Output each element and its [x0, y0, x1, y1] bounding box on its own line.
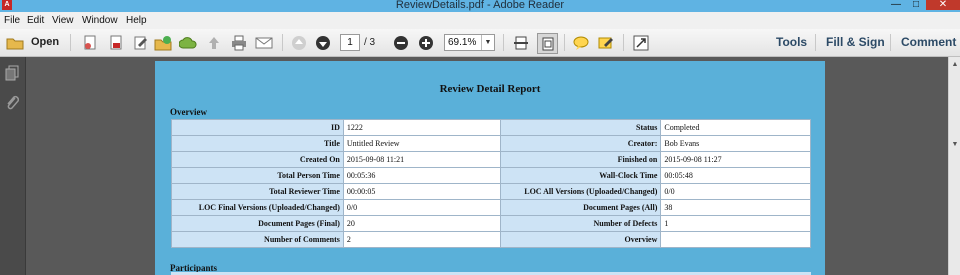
fit-page-icon[interactable]: [537, 33, 558, 54]
toolbar-divider: [282, 34, 283, 51]
zoom-value: 69.1%: [448, 37, 477, 48]
table-row: Total Reviewer Time 00:00:05 LOC All Versi…: [171, 183, 811, 200]
zoom-out-icon[interactable]: [392, 33, 410, 52]
previous-page-icon[interactable]: [290, 33, 308, 52]
next-page-icon[interactable]: [314, 33, 332, 52]
table-row: Number of Comments 2 Overview: [171, 231, 811, 248]
field-value: 0/0: [342, 199, 502, 216]
toolbar-divider: [503, 34, 504, 51]
print-icon[interactable]: [229, 33, 249, 52]
field-label: LOC All Versions (Uploaded/Changed): [500, 183, 662, 200]
email-icon[interactable]: [254, 33, 274, 52]
field-label: Created On: [171, 151, 344, 168]
field-value: Bob Evans: [660, 135, 811, 152]
scroll-up-icon[interactable]: ▲: [949, 59, 960, 71]
comment-pane-button[interactable]: Comment: [901, 34, 956, 51]
toolbar-divider: [564, 34, 565, 51]
fullscreen-icon[interactable]: [632, 33, 650, 52]
toolbar: Open 1 / 3 69.1% ▼ Tools Fill & Sign Com…: [0, 29, 960, 57]
field-label: Status: [500, 119, 662, 136]
field-value: 0/0: [660, 183, 811, 200]
field-label: Finished on: [500, 151, 662, 168]
menu-bar: File Edit View Window Help: [0, 12, 960, 30]
field-value: 00:05:36: [342, 167, 502, 184]
close-button[interactable]: ✕: [926, 0, 960, 10]
scroll-down-icon[interactable]: ▼: [949, 139, 960, 151]
field-label: Overview: [500, 231, 662, 248]
attachments-icon[interactable]: [5, 95, 20, 111]
field-value: 20: [342, 215, 502, 232]
field-value: 00:05:48: [660, 167, 811, 184]
field-value: 00:00:05: [342, 183, 502, 200]
field-label: Wall-Clock Time: [500, 167, 662, 184]
report-title: Review Detail Report: [439, 83, 541, 95]
edit-icon[interactable]: [131, 33, 151, 52]
menu-file[interactable]: File: [4, 12, 20, 29]
left-navigation-pane: [0, 57, 26, 275]
field-value: Untitled Review: [342, 135, 502, 152]
overview-heading: Overview: [170, 107, 207, 117]
field-value: Completed: [660, 119, 811, 136]
chevron-down-icon[interactable]: ▼: [481, 35, 494, 50]
field-label: Number of Comments: [171, 231, 344, 248]
field-label: Total Reviewer Time: [171, 183, 344, 200]
field-value: 1: [660, 215, 811, 232]
vertical-scrollbar[interactable]: ▲ ▼: [948, 57, 960, 275]
comment-icon[interactable]: [572, 33, 590, 52]
window-title: ReviewDetails.pdf - Adobe Reader: [395, 0, 565, 11]
menu-window[interactable]: Window: [82, 12, 118, 29]
table-row: Title Untitled Review Creator: Bob Evans: [171, 135, 811, 152]
field-label: Total Person Time: [171, 167, 344, 184]
field-label: Document Pages (All): [500, 199, 662, 216]
fit-width-icon[interactable]: [512, 33, 530, 52]
page-total: / 3: [364, 37, 376, 48]
table-row: LOC Final Versions (Uploaded/Changed) 0/0…: [171, 199, 811, 216]
overview-table: ID 1222 Status Completed Title Untitled Revie…: [171, 119, 811, 248]
table-row: Document Pages (Final) 20 Number of Defect…: [171, 215, 811, 232]
field-label: Document Pages (Final): [171, 215, 344, 232]
field-label: Title: [171, 135, 344, 152]
page-thumbnails-icon[interactable]: [5, 65, 19, 81]
toolbar-divider: [70, 34, 71, 51]
save-icon[interactable]: [204, 33, 224, 52]
highlight-icon[interactable]: [597, 33, 615, 52]
pdf-icon[interactable]: [106, 33, 126, 52]
share-icon[interactable]: [153, 33, 173, 52]
field-value: 2015-09-08 11:27: [660, 151, 811, 168]
pdf-page: Review Detail Report Overview ID 1222 Stat…: [155, 61, 825, 275]
page-number-input[interactable]: 1: [340, 34, 360, 51]
field-label: ID: [171, 119, 344, 136]
pane-divider: [815, 34, 816, 51]
menu-help[interactable]: Help: [126, 12, 147, 29]
zoom-in-icon[interactable]: [417, 33, 435, 52]
minimize-button[interactable]: —: [886, 0, 906, 10]
field-label: Number of Defects: [500, 215, 662, 232]
tools-pane-button[interactable]: Tools: [776, 34, 807, 51]
open-button[interactable]: Open: [31, 33, 59, 52]
open-folder-icon[interactable]: [5, 33, 25, 52]
field-value: [660, 231, 811, 248]
maximize-button[interactable]: □: [907, 0, 925, 10]
zoom-select[interactable]: 69.1% ▼: [444, 34, 495, 51]
upload-icon[interactable]: [178, 33, 198, 52]
menu-edit[interactable]: Edit: [27, 12, 44, 29]
field-label: LOC Final Versions (Uploaded/Changed): [171, 199, 344, 216]
menu-view[interactable]: View: [52, 12, 74, 29]
pane-divider: [890, 34, 891, 51]
fill-sign-pane-button[interactable]: Fill & Sign: [826, 34, 885, 51]
field-value: 2015-09-08 11:21: [342, 151, 502, 168]
create-pdf-icon[interactable]: [80, 33, 100, 52]
field-value: 2: [342, 231, 502, 248]
field-value: 38: [660, 199, 811, 216]
field-value: 1222: [342, 119, 502, 136]
toolbar-divider: [623, 34, 624, 51]
field-label: Creator:: [500, 135, 662, 152]
table-row: ID 1222 Status Completed: [171, 119, 811, 136]
title-bar: A ReviewDetails.pdf - Adobe Reader — □ ✕: [0, 0, 960, 12]
table-row: Created On 2015-09-08 11:21 Finished on 201…: [171, 151, 811, 168]
table-row: Total Person Time 00:05:36 Wall-Clock Time…: [171, 167, 811, 184]
